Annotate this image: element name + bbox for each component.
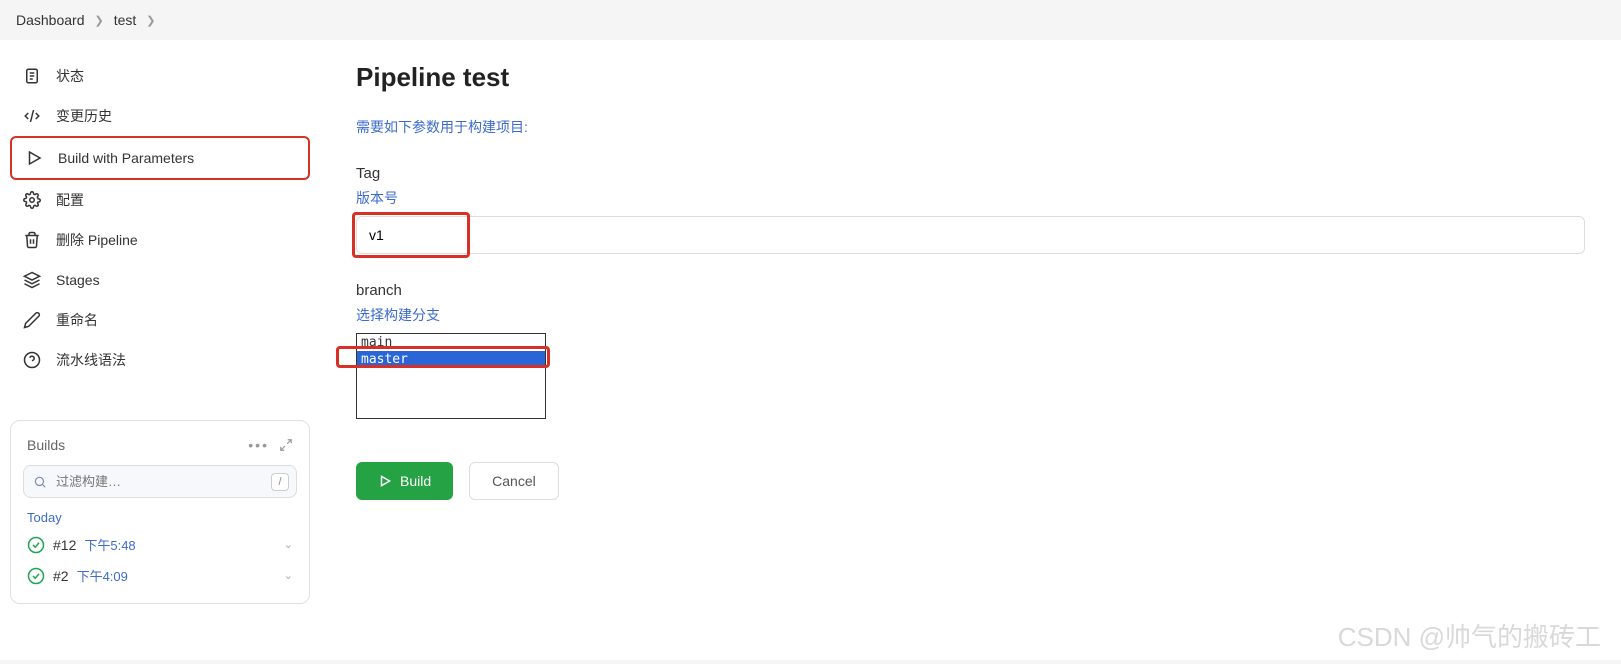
shortcut-slash-icon: /	[271, 473, 289, 491]
sidebar-item-stages[interactable]: Stages	[10, 260, 310, 300]
branch-option-master[interactable]: master	[357, 351, 545, 368]
sidebar-item-configure[interactable]: 配置	[10, 180, 310, 220]
play-icon	[24, 148, 44, 168]
param-tag-label: Tag	[356, 165, 1585, 182]
build-number: #12	[53, 537, 76, 553]
chevron-right-icon: ❯	[95, 14, 104, 27]
gear-icon	[22, 190, 42, 210]
help-icon	[22, 350, 42, 370]
code-icon	[22, 106, 42, 126]
builds-panel: Builds ••• / Today #12 下午5:48 ⌄ #2	[10, 420, 310, 604]
sidebar-item-label: 流水线语法	[56, 350, 126, 370]
success-icon	[27, 536, 45, 554]
play-icon	[378, 474, 392, 488]
sidebar-item-rename[interactable]: 重命名	[10, 300, 310, 340]
sidebar-item-label: 变更历史	[56, 106, 112, 126]
breadcrumb-dashboard[interactable]: Dashboard	[16, 12, 85, 28]
sidebar: 状态 变更历史 Build with Parameters 配置 删除 Pipe…	[0, 40, 320, 660]
pencil-icon	[22, 310, 42, 330]
success-icon	[27, 567, 45, 585]
param-branch-desc: 选择构建分支	[356, 305, 1585, 325]
trash-icon	[22, 230, 42, 250]
build-number: #2	[53, 568, 69, 584]
branch-select[interactable]: main master	[356, 333, 546, 419]
build-time: 下午4:09	[77, 566, 128, 585]
chevron-right-icon: ❯	[146, 14, 155, 27]
main-content: Pipeline test 需要如下参数用于构建项目: Tag 版本号 bran…	[320, 40, 1621, 660]
sidebar-item-build-params[interactable]: Build with Parameters	[10, 136, 310, 180]
document-icon	[22, 66, 42, 86]
cancel-button[interactable]: Cancel	[469, 462, 559, 500]
build-time: 下午5:48	[84, 535, 135, 554]
branch-option-main[interactable]: main	[357, 334, 545, 351]
chevron-down-icon[interactable]: ⌄	[284, 569, 293, 582]
param-tag-desc: 版本号	[356, 188, 1585, 208]
more-icon[interactable]: •••	[248, 437, 269, 453]
build-hint: 需要如下参数用于构建项目:	[356, 117, 1585, 137]
breadcrumb: Dashboard ❯ test ❯	[0, 0, 1621, 40]
builds-title: Builds	[27, 437, 65, 453]
build-row[interactable]: #2 下午4:09 ⌄	[23, 560, 297, 591]
page-title: Pipeline test	[356, 62, 1585, 93]
param-branch-label: branch	[356, 282, 1585, 299]
breadcrumb-project[interactable]: test	[114, 12, 137, 28]
build-button-label: Build	[400, 473, 431, 489]
expand-icon[interactable]	[279, 438, 293, 452]
sidebar-item-label: 状态	[56, 66, 84, 86]
sidebar-item-label: 重命名	[56, 310, 98, 330]
sidebar-item-label: 配置	[56, 190, 84, 210]
build-button[interactable]: Build	[356, 462, 453, 500]
layers-icon	[22, 270, 42, 290]
tag-input[interactable]	[356, 216, 1585, 254]
chevron-down-icon[interactable]: ⌄	[284, 538, 293, 551]
sidebar-item-changes[interactable]: 变更历史	[10, 96, 310, 136]
search-icon	[33, 475, 47, 489]
sidebar-item-delete[interactable]: 删除 Pipeline	[10, 220, 310, 260]
sidebar-item-syntax[interactable]: 流水线语法	[10, 340, 310, 380]
sidebar-item-label: Stages	[56, 272, 100, 288]
filter-builds-input[interactable]	[23, 465, 297, 498]
sidebar-item-status[interactable]: 状态	[10, 56, 310, 96]
builds-today-label: Today	[27, 510, 293, 525]
sidebar-item-label: 删除 Pipeline	[56, 230, 138, 250]
sidebar-item-label: Build with Parameters	[58, 150, 194, 166]
build-row[interactable]: #12 下午5:48 ⌄	[23, 529, 297, 560]
